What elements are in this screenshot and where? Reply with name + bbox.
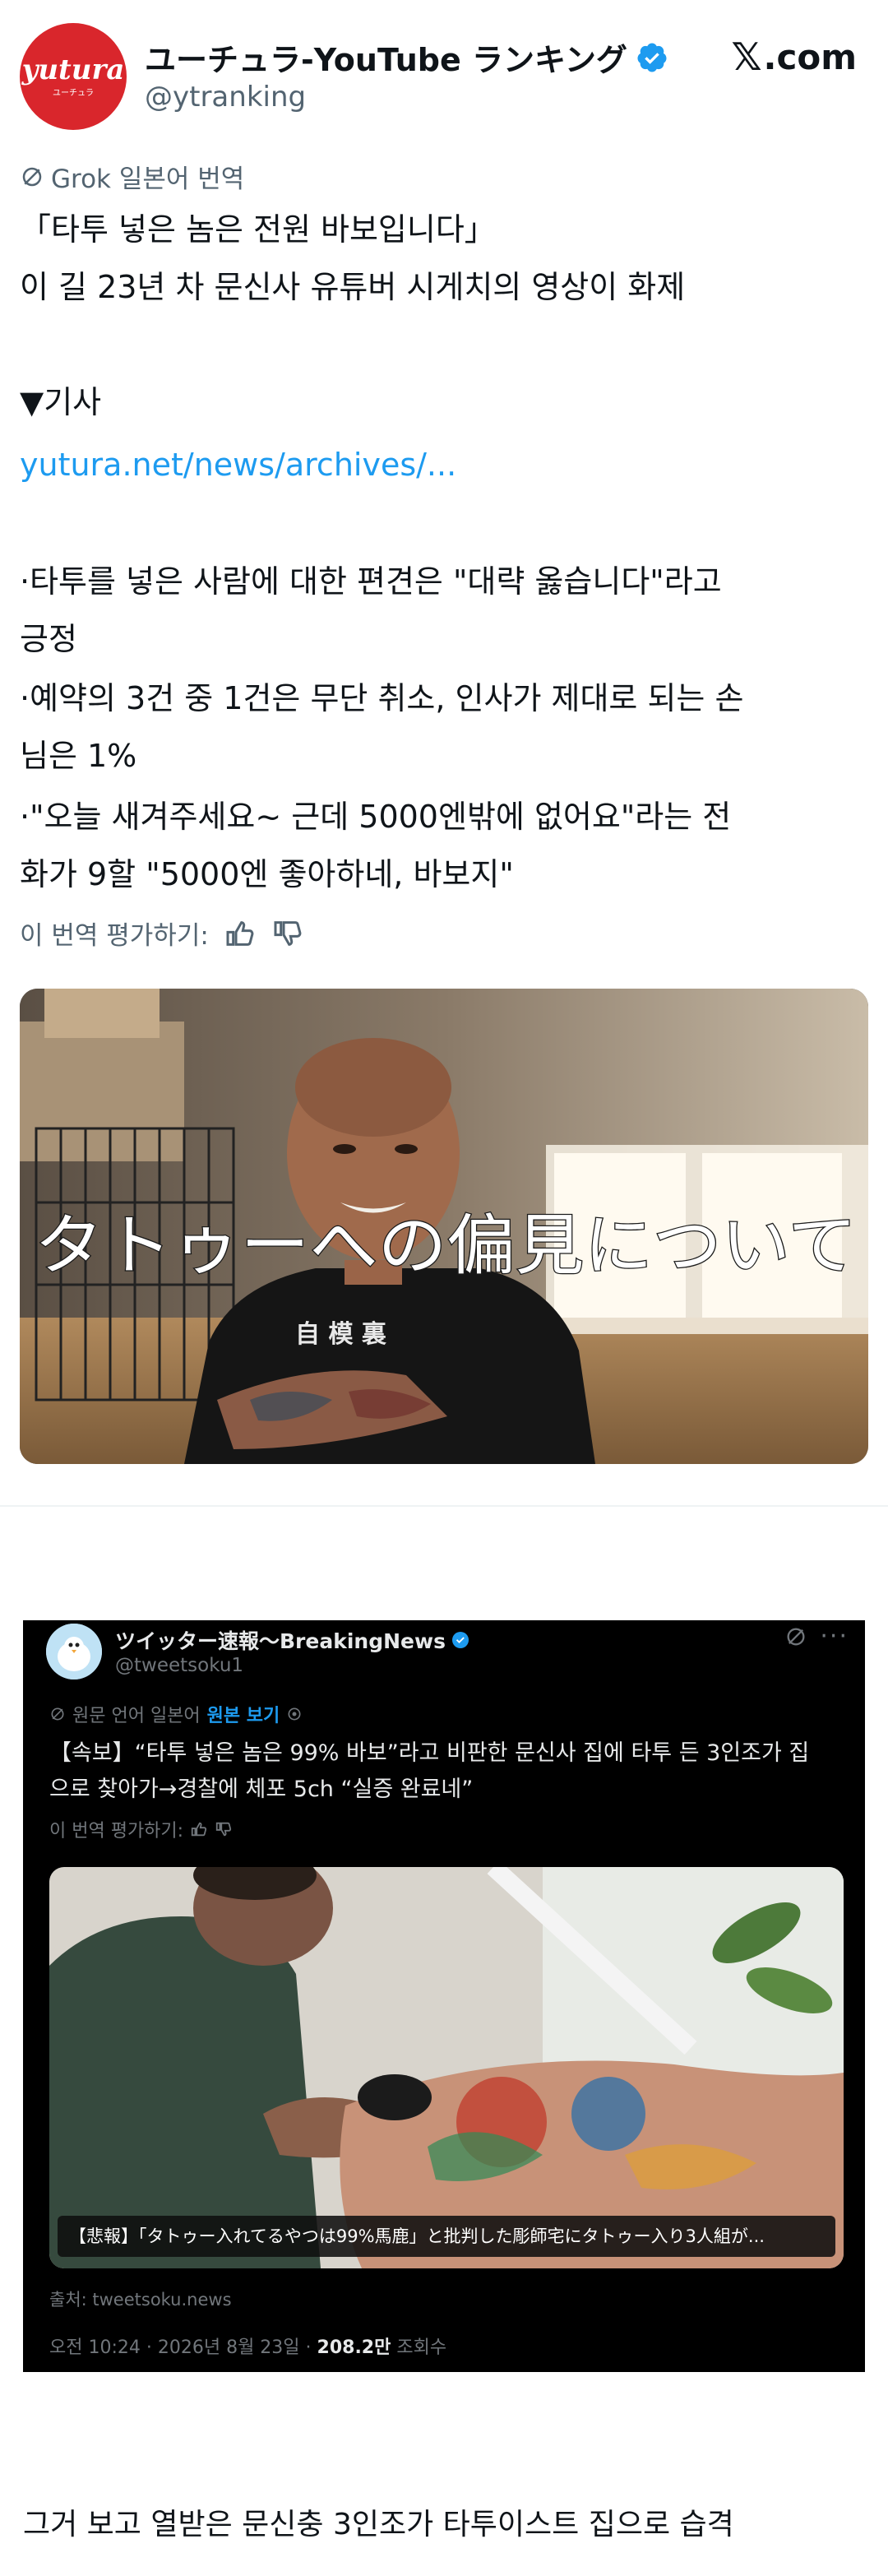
account-name-text: ユーチュラ-YouTube ランキング — [145, 42, 627, 78]
settings-icon[interactable] — [286, 1706, 303, 1722]
embedded-rate-translation: 이 번역 평가하기: — [49, 1816, 233, 1842]
shirt-text: 自 模 裏 — [295, 1320, 387, 1349]
embedded-source[interactable]: 출처: tweetsoku.news — [49, 2286, 232, 2311]
embedded-rate-label: 이 번역 평가하기: — [49, 1821, 184, 1842]
site-label: .com — [763, 36, 857, 77]
embedded-image[interactable]: 【悲報】「タトゥー入れてるやつは99%馬鹿」と批判した彫師宅にタトゥー入り3人組… — [49, 1867, 844, 2268]
thumbs-up-icon[interactable] — [224, 917, 257, 950]
divider — [0, 1505, 888, 1507]
original-language-label: 원문 언어 일본어 — [72, 1706, 201, 1726]
more-options-icon[interactable]: ··· — [820, 1622, 849, 1651]
post-text-line: 화가 9할 "5000엔 좋아하네, 바보지" — [20, 856, 514, 892]
article-link[interactable]: yutura.net/news/archives/... — [20, 436, 456, 493]
avatar-logo-text: yutura — [21, 53, 125, 86]
original-language-line: 원문 언어 일본어 원본 보기 — [49, 1701, 303, 1727]
embedded-image-caption: 【悲報】「タトゥー入れてるやつは99%馬鹿」と批判した彫師宅にタトゥー入り3人組… — [58, 2216, 835, 2257]
x-icon: 𝕏 — [731, 35, 762, 79]
view-original-link[interactable]: 원본 보기 — [207, 1701, 280, 1727]
embedded-account-name[interactable]: ツイッター速報〜BreakingNews — [115, 1625, 470, 1655]
embedded-account-name-text: ツイッター速報〜BreakingNews — [115, 1629, 446, 1653]
post-text-line: ·타투를 넣은 사람에 대한 편견은 "대략 옳습니다"라고 — [20, 563, 722, 600]
embedded-text-line: 【속보】“타투 넣은 놈은 99% 바보”라고 비판한 문신사 집에 타투 든 … — [49, 1740, 810, 1766]
post-text-line: ▼기사 — [20, 384, 102, 420]
timestamp-text: 오전 10:24 · 2026년 8월 23일 · — [49, 2337, 317, 2358]
view-count: 208.2만 — [317, 2337, 391, 2358]
embedded-post-screenshot: ツイッター速報〜BreakingNews @tweetsoku1 ··· 원문 … — [23, 1620, 865, 2372]
post-image[interactable]: 自 模 裏 タトゥーへの偏見について — [20, 989, 868, 1464]
tattoo-scene-illustration — [49, 1867, 844, 2268]
bird-avatar-icon — [46, 1624, 102, 1679]
view-count-label: 조회수 — [391, 2337, 447, 2358]
verified-badge-icon — [451, 1632, 469, 1648]
embedded-account-handle[interactable]: @tweetsoku1 — [115, 1655, 243, 1676]
caption-text: 그거 보고 열받은 문신충 3인조가 타투이스트 집으로 습격 — [23, 2508, 734, 2541]
post-text-line: ·예약의 3건 중 1건은 무단 취소, 인사가 제대로 되는 손 — [20, 680, 744, 716]
post-text-line: 이 길 23년 차 문신사 유튜버 시게치의 영상이 화제 — [20, 269, 686, 305]
post-text-line: 「타투 넣은 놈은 전원 바보입니다」 — [20, 211, 496, 248]
x-logo[interactable]: 𝕏 .com — [731, 35, 857, 79]
post-text-line: ·"오늘 새겨주세요~ 근데 5000엔밖에 없어요"라는 전 — [20, 799, 732, 835]
rate-translation: 이 번역 평가하기: — [20, 915, 304, 952]
grok-icon[interactable] — [784, 1625, 807, 1654]
embedded-timestamp: 오전 10:24 · 2026년 8월 23일 · 208.2만 조회수 — [49, 2333, 446, 2359]
rate-label: 이 번역 평가하기: — [20, 921, 209, 951]
thumbs-down-icon[interactable] — [215, 1820, 233, 1838]
embedded-avatar[interactable] — [46, 1624, 102, 1679]
verified-badge-icon — [637, 43, 667, 72]
image-caption-text: タトゥーへの偏見について — [35, 1207, 857, 1284]
avatar-logo-subtext: ユーチュラ — [53, 88, 94, 98]
grok-label-text: Grok 일본어 번역 — [51, 164, 245, 194]
grok-icon — [22, 167, 42, 186]
post-text-line: 님은 1% — [20, 738, 137, 774]
avatar[interactable]: yutura ユーチュラ — [20, 23, 127, 130]
account-name[interactable]: ユーチュラ-YouTube ランキング — [145, 35, 668, 80]
thumbs-down-icon[interactable] — [271, 917, 304, 950]
post-text-line: 긍정 — [20, 621, 77, 657]
embedded-text-line: 으로 찾아가→경찰에 체포 5ch “실증 완료네” — [49, 1777, 474, 1802]
grok-small-icon — [51, 1707, 64, 1721]
account-handle[interactable]: @ytranking — [145, 81, 306, 114]
video-thumbnail-illustration: 自 模 裏 タトゥーへの偏見について — [20, 989, 868, 1464]
grok-translation-label[interactable]: Grok 일본어 번역 — [20, 158, 244, 195]
thumbs-up-icon[interactable] — [190, 1820, 208, 1838]
